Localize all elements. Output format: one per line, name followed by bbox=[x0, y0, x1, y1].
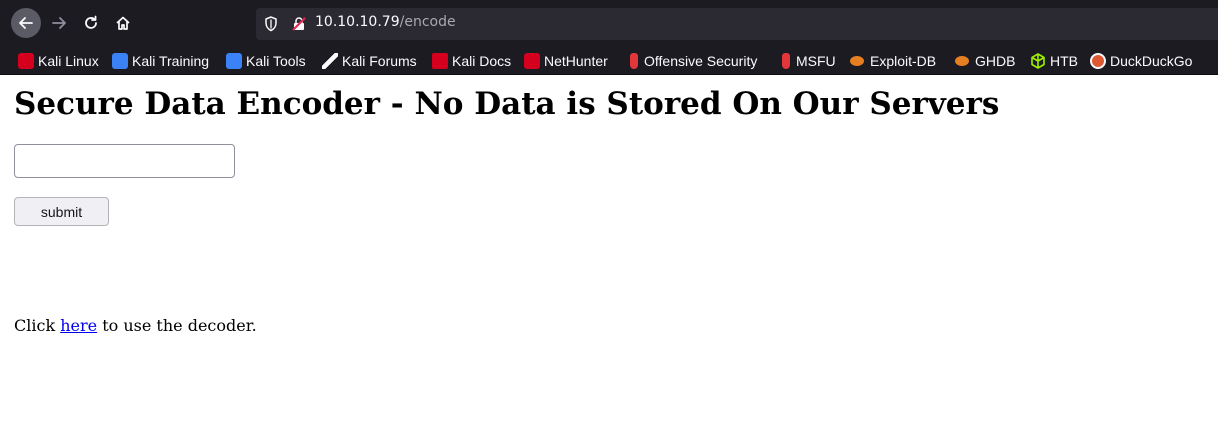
bookmark-label: HTB bbox=[1050, 52, 1078, 69]
duckduckgo-icon bbox=[1090, 52, 1106, 69]
arrow-right-icon bbox=[52, 17, 66, 29]
htb-icon bbox=[1031, 52, 1045, 69]
url-text[interactable]: 10.10.10.79/encode bbox=[315, 14, 456, 30]
bookmark-offensive-security[interactable]: Offensive Security bbox=[626, 51, 757, 70]
decoder-prefix: Click bbox=[14, 316, 61, 335]
bookmark-label: MSFU bbox=[796, 52, 836, 69]
bookmark-kali-docs[interactable]: Kali Docs bbox=[432, 51, 511, 70]
bookmarks-bar: Kali Linux Kali Training Kali Tools Kali… bbox=[0, 46, 1218, 75]
bookmark-exploit-db[interactable]: Exploit-DB bbox=[850, 51, 936, 70]
back-button[interactable] bbox=[11, 8, 41, 38]
bookmark-kali-linux[interactable]: Kali Linux bbox=[18, 51, 99, 70]
bookmark-label: Kali Training bbox=[132, 52, 210, 69]
address-bar[interactable]: 10.10.10.79/encode bbox=[256, 8, 1218, 40]
bookmark-label: Exploit-DB bbox=[870, 52, 937, 69]
ghdb-icon bbox=[955, 55, 969, 66]
kali-forums-icon bbox=[322, 52, 338, 69]
bookmark-label: Kali Docs bbox=[452, 52, 512, 69]
decoder-suffix: to use the decoder. bbox=[97, 316, 257, 335]
kali-training-icon bbox=[112, 52, 128, 69]
home-icon bbox=[116, 16, 130, 30]
bookmark-label: Kali Tools bbox=[246, 52, 306, 69]
kali-docs-icon bbox=[432, 52, 448, 69]
reload-button[interactable] bbox=[76, 8, 106, 38]
submit-button[interactable]: submit bbox=[14, 197, 109, 226]
nethunter-icon bbox=[524, 52, 540, 69]
bookmark-label: NetHunter bbox=[544, 52, 608, 69]
bookmark-kali-forums[interactable]: Kali Forums bbox=[322, 51, 417, 70]
kali-tools-icon bbox=[226, 52, 242, 69]
decoder-link[interactable]: here bbox=[60, 316, 97, 335]
encode-input[interactable] bbox=[14, 144, 235, 178]
bookmark-ghdb[interactable]: GHDB bbox=[955, 51, 1015, 70]
bookmark-kali-tools[interactable]: Kali Tools bbox=[226, 51, 306, 70]
bookmark-label: GHDB bbox=[975, 52, 1016, 69]
shield-icon[interactable] bbox=[264, 16, 278, 32]
page-title: Secure Data Encoder - No Data is Stored … bbox=[14, 86, 1000, 122]
msfu-icon bbox=[782, 52, 790, 69]
bookmark-label: Kali Forums bbox=[342, 52, 417, 69]
bookmark-label: DuckDuckGo bbox=[1110, 52, 1193, 69]
bookmark-msfu[interactable]: MSFU bbox=[778, 51, 836, 70]
browser-toolbar: 10.10.10.79/encode bbox=[0, 0, 1218, 46]
reload-icon bbox=[85, 15, 97, 29]
bookmark-duckduckgo[interactable]: DuckDuckGo bbox=[1090, 51, 1192, 70]
offsec-icon bbox=[630, 52, 638, 69]
bookmark-label: Offensive Security bbox=[644, 52, 758, 69]
exploit-db-icon bbox=[850, 55, 864, 66]
decoder-text: Click here to use the decoder. bbox=[14, 316, 257, 335]
forward-button[interactable] bbox=[44, 8, 74, 38]
bookmark-nethunter[interactable]: NetHunter bbox=[524, 51, 608, 70]
insecure-lock-icon[interactable] bbox=[291, 16, 307, 32]
url-host: 10.10.10.79 bbox=[315, 14, 400, 30]
url-path: /encode bbox=[399, 14, 456, 30]
kali-dragon-icon bbox=[18, 52, 34, 69]
page-content: Secure Data Encoder - No Data is Stored … bbox=[0, 76, 1218, 435]
home-button[interactable] bbox=[108, 8, 138, 38]
arrow-left-icon bbox=[19, 17, 33, 29]
bookmark-label: Kali Linux bbox=[38, 52, 99, 69]
bookmark-kali-training[interactable]: Kali Training bbox=[112, 51, 209, 70]
bookmark-htb[interactable]: HTB bbox=[1030, 51, 1078, 70]
